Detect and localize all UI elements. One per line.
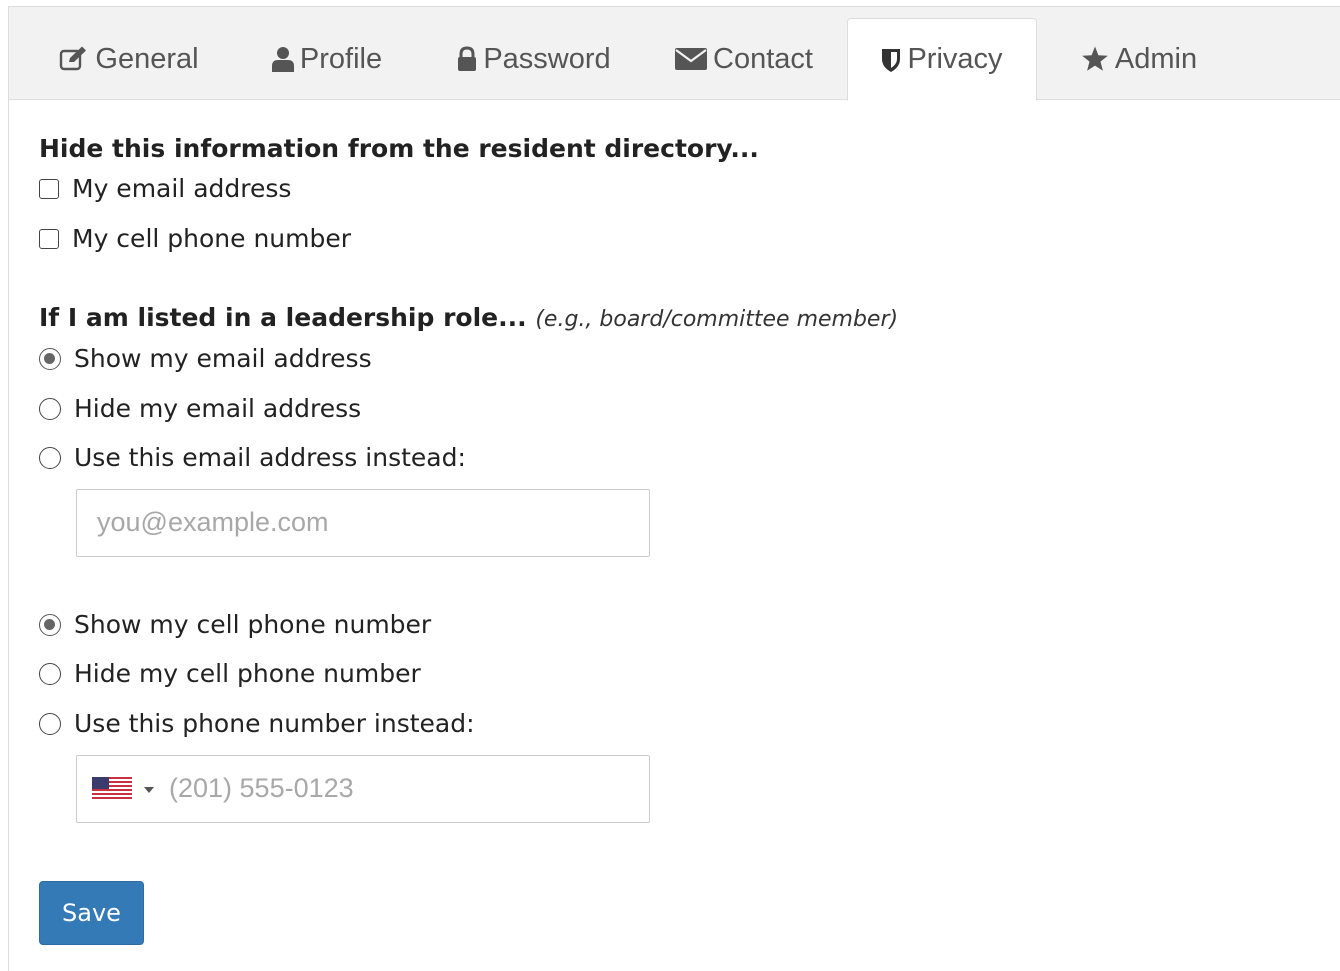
leadership-note: (e.g., board/committee member) — [535, 307, 899, 332]
radio-label: Hide my email address — [74, 394, 362, 423]
hide-phone-checkbox-row[interactable]: My cell phone number — [39, 224, 351, 253]
hide-email-radio-row[interactable]: Hide my email address — [39, 394, 361, 423]
leadership-heading-text: If I am listed in a leadership role... — [39, 303, 527, 332]
tab-bar: General Profile Password Contact Privacy… — [9, 7, 1340, 101]
tab-general[interactable]: General — [34, 18, 224, 100]
show-phone-radio[interactable] — [39, 613, 61, 636]
hide-phone-radio-row[interactable]: Hide my cell phone number — [39, 659, 421, 688]
alt-phone-input[interactable] — [169, 756, 639, 820]
radio-label: Use this email address instead: — [74, 443, 466, 472]
tab-profile[interactable]: Profile — [242, 18, 412, 100]
shield-icon — [881, 47, 901, 73]
leadership-heading: If I am listed in a leadership role... (… — [39, 303, 898, 332]
alt-email-field — [76, 489, 650, 557]
show-phone-radio-row[interactable]: Show my cell phone number — [39, 610, 431, 639]
tab-label: Privacy — [907, 43, 1003, 75]
envelope-icon — [675, 47, 708, 71]
lock-icon — [457, 46, 477, 72]
alt-email-radio-row[interactable]: Use this email address instead: — [39, 443, 466, 472]
tab-privacy[interactable]: Privacy — [847, 18, 1037, 101]
radio-label: Show my email address — [74, 344, 372, 373]
alt-email-input[interactable] — [97, 490, 637, 554]
hide-email-checkbox-row[interactable]: My email address — [39, 174, 291, 203]
hide-email-checkbox[interactable] — [39, 178, 59, 199]
tab-label: Contact — [713, 42, 813, 75]
save-button[interactable]: Save — [39, 881, 144, 945]
tab-label: Admin — [1114, 42, 1198, 75]
checkbox-label: My email address — [72, 174, 292, 203]
show-email-radio-row[interactable]: Show my email address — [39, 344, 372, 373]
alt-phone-field — [76, 755, 650, 823]
hide-phone-radio[interactable] — [39, 662, 61, 685]
checkbox-label: My cell phone number — [72, 224, 352, 253]
settings-panel: General Profile Password Contact Privacy… — [8, 6, 1340, 971]
tab-contact[interactable]: Contact — [654, 18, 834, 100]
radio-label: Use this phone number instead: — [74, 709, 475, 738]
user-icon — [271, 46, 294, 72]
star-icon — [1081, 46, 1109, 72]
radio-label: Show my cell phone number — [74, 610, 432, 639]
tab-label: Password — [483, 42, 611, 75]
tab-password[interactable]: Password — [429, 18, 639, 100]
alt-phone-radio-row[interactable]: Use this phone number instead: — [39, 709, 475, 738]
caret-down-icon — [144, 787, 154, 793]
country-selector[interactable] — [92, 777, 154, 803]
alt-email-radio[interactable] — [39, 446, 61, 469]
hide-email-radio[interactable] — [39, 397, 61, 420]
us-flag-icon — [92, 777, 132, 803]
directory-heading: Hide this information from the resident … — [39, 134, 759, 163]
tab-label: Profile — [299, 42, 383, 75]
hide-phone-checkbox[interactable] — [39, 228, 59, 249]
show-email-radio[interactable] — [39, 347, 61, 370]
radio-label: Hide my cell phone number — [74, 659, 421, 688]
alt-phone-radio[interactable] — [39, 712, 61, 735]
edit-icon — [59, 46, 89, 72]
tab-label: General — [95, 42, 199, 75]
tab-admin[interactable]: Admin — [1054, 18, 1224, 100]
